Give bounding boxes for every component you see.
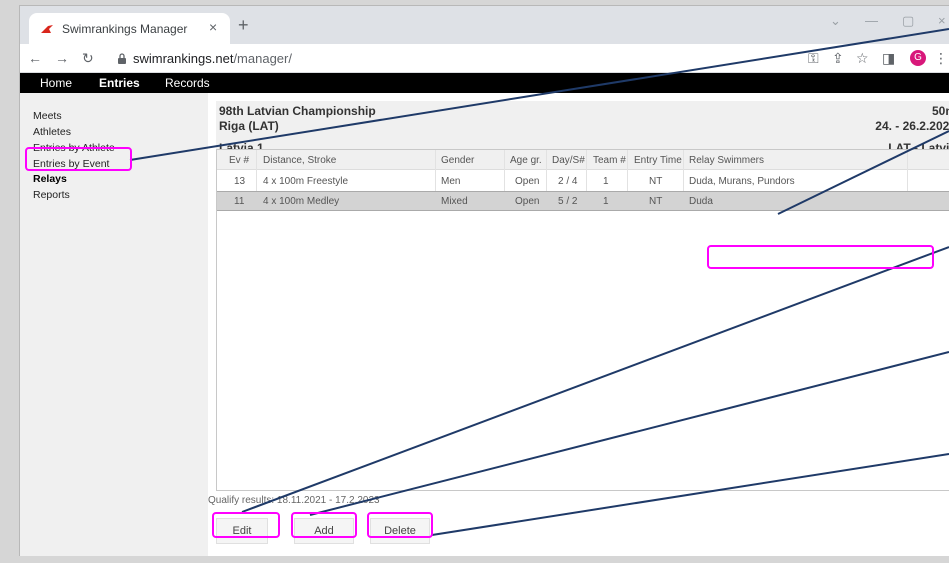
sidebar-item-relays[interactable]: Relays bbox=[33, 173, 67, 185]
col-team-number[interactable]: Team # bbox=[593, 155, 626, 166]
cell-distance-stroke: 4 x 100m Medley bbox=[263, 196, 340, 207]
swimrankings-favicon-icon bbox=[41, 25, 53, 33]
col-age-group[interactable]: Age gr. bbox=[510, 155, 542, 166]
menu-records[interactable]: Records bbox=[165, 76, 210, 90]
add-button[interactable]: Add bbox=[294, 518, 354, 544]
cell-entry-time: NT bbox=[649, 196, 663, 207]
delete-button[interactable]: Delete bbox=[370, 518, 430, 544]
cell-event-number: 13 bbox=[234, 176, 246, 187]
tab-search-icon[interactable]: ⌄ bbox=[830, 13, 841, 29]
cell-entry-time: NT bbox=[649, 176, 663, 187]
cell-relay-swimmers: Duda bbox=[689, 196, 713, 207]
sidebar-item-meets[interactable]: Meets bbox=[33, 110, 62, 122]
sidebar-item-reports[interactable]: Reports bbox=[33, 189, 70, 201]
cell-event-number: 11 bbox=[234, 196, 245, 207]
cell-gender: Mixed bbox=[441, 196, 468, 207]
table-row-selected[interactable]: 11 4 x 100m Medley Mixed Open 5 / 2 1 NT… bbox=[217, 191, 949, 211]
col-entry-time[interactable]: Entry Time bbox=[634, 155, 682, 166]
app-menu-bar: Home Entries Records bbox=[20, 73, 949, 93]
cell-distance-stroke: 4 x 100m Freestyle bbox=[263, 176, 349, 187]
share-icon[interactable]: ⇪ bbox=[832, 50, 844, 67]
col-relay-swimmers[interactable]: Relay Swimmers bbox=[689, 155, 764, 166]
sidebar-item-entries-by-athlete[interactable]: Entries by Athlete bbox=[33, 142, 115, 154]
browser-window: Swimrankings Manager × + ⌄ — ▢ × ← → ↻ s… bbox=[19, 5, 949, 556]
reload-icon[interactable]: ↻ bbox=[82, 50, 94, 67]
browser-tab[interactable]: Swimrankings Manager × bbox=[29, 13, 230, 44]
maximize-icon[interactable]: ▢ bbox=[902, 13, 914, 29]
profile-avatar[interactable]: G bbox=[910, 50, 926, 66]
tab-title: Swimrankings Manager bbox=[62, 22, 188, 36]
edit-button[interactable]: Edit bbox=[216, 518, 268, 544]
back-icon[interactable]: ← bbox=[28, 50, 42, 66]
sidebar: Meets Athletes Entries by Athlete Entrie… bbox=[20, 93, 208, 556]
qualify-results-text: Qualify results: 18.11.2021 - 17.2.2023 bbox=[208, 495, 380, 506]
col-event-number[interactable]: Ev # bbox=[229, 155, 249, 166]
side-panel-icon[interactable]: ◨ bbox=[882, 50, 895, 67]
cell-gender: Men bbox=[441, 176, 461, 187]
table-row[interactable]: 13 4 x 100m Freestyle Men Open 2 / 4 1 N… bbox=[217, 171, 949, 191]
menu-entries[interactable]: Entries bbox=[99, 76, 140, 90]
main-content: 98th Latvian Championship 50m Riga (LAT)… bbox=[208, 93, 949, 556]
cell-day-session: 5 / 2 bbox=[558, 196, 578, 207]
close-window-icon[interactable]: × bbox=[938, 13, 946, 28]
cell-day-session: 2 / 4 bbox=[558, 176, 578, 187]
meet-dates: 24. - 26.2.2023 bbox=[875, 119, 949, 133]
cell-age-group: Open bbox=[515, 196, 540, 207]
lock-icon bbox=[118, 53, 126, 64]
meet-header: 98th Latvian Championship 50m Riga (LAT)… bbox=[216, 101, 949, 155]
cell-team-number: 1 bbox=[603, 176, 609, 187]
url-field[interactable]: swimrankings.net/manager/ bbox=[133, 51, 292, 66]
address-bar-row: ← → ↻ swimrankings.net/manager/ ⚿ ⇪ ☆ ◨ … bbox=[20, 44, 949, 73]
tab-strip: Swimrankings Manager × + ⌄ — ▢ × bbox=[20, 6, 949, 44]
new-tab-icon[interactable]: + bbox=[238, 15, 249, 36]
col-day-session[interactable]: Day/S# bbox=[552, 155, 585, 166]
col-gender[interactable]: Gender bbox=[441, 155, 474, 166]
bookmark-star-icon[interactable]: ☆ bbox=[856, 50, 869, 67]
cell-age-group: Open bbox=[515, 176, 540, 187]
key-icon[interactable]: ⚿ bbox=[808, 50, 819, 67]
table-header: Ev # Distance, Stroke Gender Age gr. Day… bbox=[217, 150, 949, 170]
cell-team-number: 1 bbox=[603, 196, 609, 207]
meet-course: 50m bbox=[931, 104, 949, 118]
meet-location: Riga (LAT) bbox=[219, 119, 279, 133]
col-distance-stroke[interactable]: Distance, Stroke bbox=[263, 155, 336, 166]
more-menu-icon[interactable]: ⋮ bbox=[934, 50, 948, 67]
menu-home[interactable]: Home bbox=[40, 76, 72, 90]
relays-table: Ev # Distance, Stroke Gender Age gr. Day… bbox=[216, 149, 949, 491]
cell-relay-swimmers: Duda, Murans, Pundors bbox=[689, 176, 795, 187]
minimize-icon[interactable]: — bbox=[865, 13, 878, 28]
forward-icon[interactable]: → bbox=[55, 50, 69, 66]
close-tab-icon[interactable]: × bbox=[209, 19, 217, 35]
sidebar-item-athletes[interactable]: Athletes bbox=[33, 126, 71, 138]
meet-name: 98th Latvian Championship bbox=[219, 104, 376, 118]
sidebar-item-entries-by-event[interactable]: Entries by Event bbox=[33, 158, 109, 170]
